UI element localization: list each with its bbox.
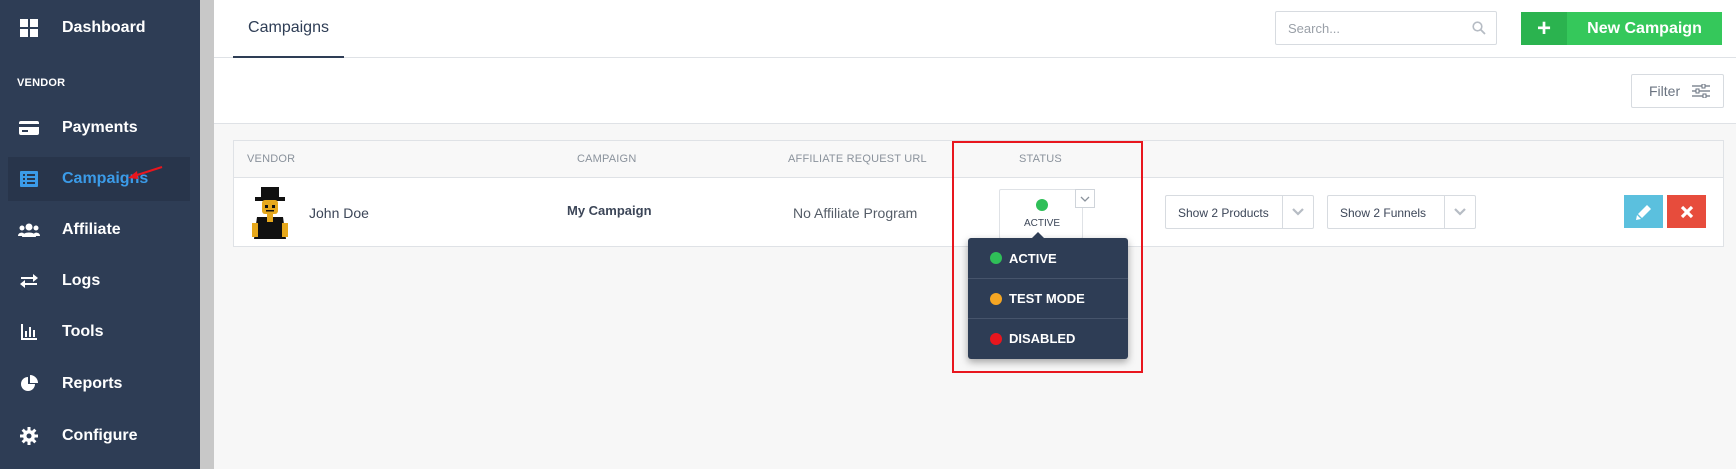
filter-bar: Filter	[214, 58, 1736, 124]
affiliate-url: No Affiliate Program	[793, 205, 918, 221]
sidebar-item-label: Tools	[62, 323, 104, 340]
sidebar-item-affiliate[interactable]: Affiliate	[8, 208, 190, 252]
sidebar-section-label: VENDOR	[17, 77, 66, 89]
sidebar-item-label: Payments	[62, 119, 138, 136]
plus-icon: +	[1521, 12, 1567, 45]
funnels-select[interactable]: Show 2 Funnels	[1327, 195, 1476, 229]
sidebar: Dashboard VENDOR Payments Campaigns Affi…	[0, 0, 200, 469]
grid-icon	[18, 17, 40, 39]
chevron-down-icon[interactable]	[1282, 196, 1313, 228]
search-icon[interactable]	[1472, 21, 1486, 35]
campaign-name-link[interactable]: My Campaign	[567, 203, 652, 218]
pencil-icon	[1635, 204, 1651, 220]
top-header: Campaigns + New Campaign	[214, 0, 1736, 58]
sidebar-item-configure[interactable]: Configure	[8, 414, 190, 458]
sidebar-item-reports[interactable]: Reports	[8, 362, 190, 406]
tab-campaigns[interactable]: Campaigns	[233, 0, 344, 58]
sidebar-item-logs[interactable]: Logs	[8, 259, 190, 303]
swap-arrows-icon	[18, 270, 40, 292]
new-campaign-button[interactable]: + New Campaign	[1521, 12, 1722, 45]
sidebar-item-label: Reports	[62, 375, 123, 392]
funnels-select-value: Show 2 Funnels	[1340, 206, 1427, 220]
avatar	[252, 187, 288, 239]
sidebar-item-dashboard[interactable]: Dashboard	[8, 6, 190, 50]
search-box[interactable]	[1275, 11, 1497, 45]
bar-chart-icon	[18, 321, 40, 343]
list-icon	[18, 168, 40, 190]
vendor-name: John Doe	[309, 205, 369, 221]
sidebar-item-label: Configure	[62, 427, 138, 444]
edit-button[interactable]	[1624, 195, 1663, 228]
column-header-affiliate-url: AFFILIATE REQUEST URL	[788, 153, 927, 165]
sidebar-item-label: Dashboard	[62, 19, 146, 36]
close-icon	[1680, 205, 1693, 218]
annotation-arrow	[128, 166, 163, 179]
sidebar-item-label: Logs	[62, 272, 101, 289]
sidebar-item-payments[interactable]: Payments	[8, 106, 190, 150]
new-campaign-label: New Campaign	[1587, 19, 1702, 37]
filter-label: Filter	[1649, 83, 1681, 99]
sidebar-item-label: Affiliate	[62, 221, 121, 238]
sliders-icon	[1692, 84, 1711, 98]
column-header-vendor: VENDOR	[247, 153, 296, 165]
column-header-campaign: CAMPAIGN	[577, 153, 637, 165]
pie-chart-icon	[18, 373, 40, 395]
delete-button[interactable]	[1667, 195, 1706, 228]
sidebar-item-tools[interactable]: Tools	[8, 310, 190, 354]
products-select-value: Show 2 Products	[1178, 206, 1269, 220]
filter-button[interactable]: Filter	[1631, 74, 1724, 108]
products-select[interactable]: Show 2 Products	[1165, 195, 1314, 229]
gear-icon	[18, 425, 40, 447]
annotation-highlight-box	[952, 141, 1143, 373]
sidebar-scrollbar[interactable]	[200, 0, 214, 469]
chevron-down-icon[interactable]	[1444, 196, 1475, 228]
credit-card-icon	[18, 117, 40, 139]
users-icon	[18, 219, 40, 241]
search-input[interactable]	[1276, 12, 1466, 44]
